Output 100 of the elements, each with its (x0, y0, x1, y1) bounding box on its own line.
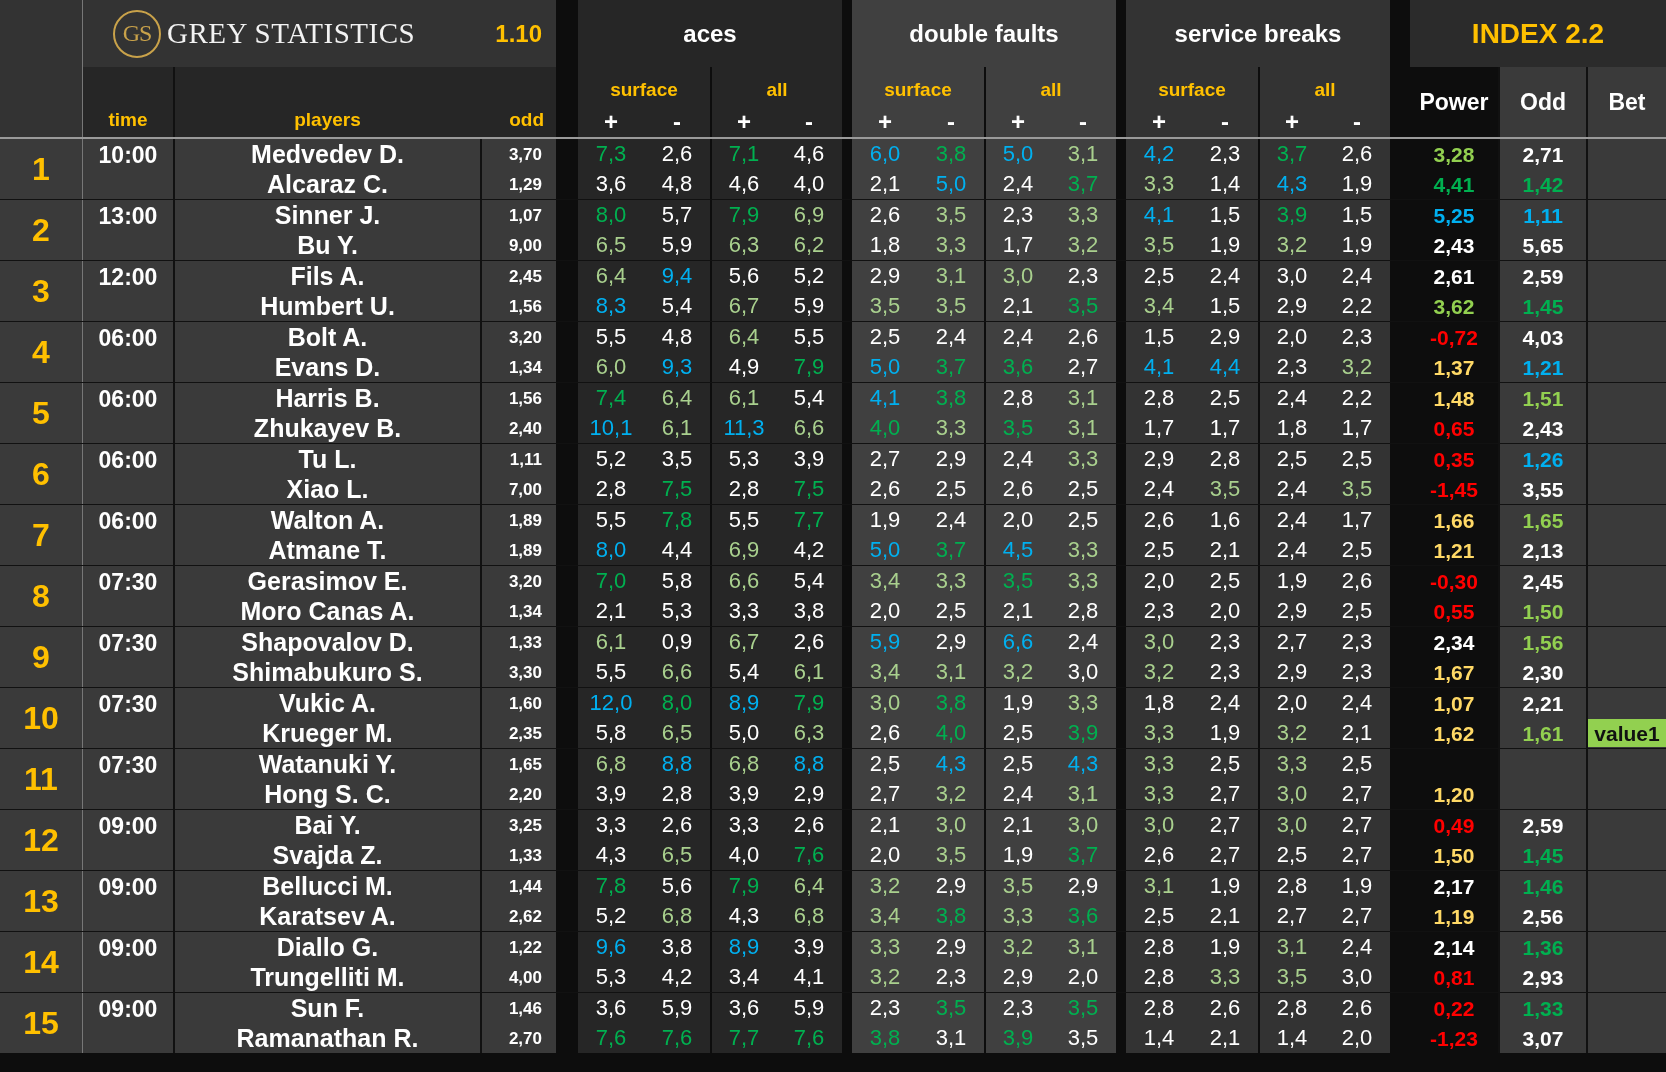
stat-value: 5,9 (869, 629, 901, 654)
stat-value: 6,8 (793, 903, 825, 928)
stat-value: 3,4 (869, 568, 901, 593)
bet-tag: value1 (1588, 719, 1666, 747)
stat-value: 2,1 (1002, 812, 1034, 837)
stat-value: 6,8 (661, 903, 693, 928)
stat-value: 5,2 (595, 903, 627, 928)
stat-value: 6,4 (793, 873, 825, 898)
stat-value: 6,3 (728, 232, 760, 257)
stat-value: 2,1 (869, 171, 901, 196)
stat-value: 4,0 (869, 415, 901, 440)
stat-value: 3,5 (1209, 476, 1241, 501)
odd-value: 2,35 (480, 718, 556, 748)
stat-value: 2,3 (1002, 995, 1034, 1020)
stat-value: 1,9 (1209, 720, 1241, 745)
stat-value: 4,1 (1143, 202, 1175, 227)
index-odd-value: 1,45 (1522, 844, 1564, 867)
stat-value: 5,0 (1002, 141, 1034, 166)
odd-value: 3,70 (480, 139, 556, 169)
player-name: Bu Y. (173, 230, 480, 260)
player-name: Bellucci M. (173, 871, 480, 901)
match-number: 1 (0, 139, 82, 199)
stat-value: 3,3 (1067, 202, 1099, 227)
power-value: 0,35 (1433, 448, 1475, 471)
stat-value: 7,6 (661, 1025, 693, 1050)
stat-value: 5,5 (595, 659, 627, 684)
stat-value: 12,0 (589, 690, 633, 715)
stat-value: 2,4 (1002, 446, 1034, 471)
stat-value: 2,5 (1143, 263, 1175, 288)
odd-value: 1,34 (480, 352, 556, 382)
column-header: odd (480, 67, 556, 137)
stat-value: 3,5 (935, 202, 967, 227)
odd-value: 3,25 (480, 810, 556, 840)
stat-value: 2,5 (1209, 385, 1241, 410)
player-name: Bolt A. (173, 322, 480, 352)
stat-value: 1,9 (1209, 934, 1241, 959)
power-value: -0,30 (1430, 570, 1478, 593)
stat-value: 1,9 (1002, 842, 1034, 867)
stat-value: 2,7 (1341, 842, 1373, 867)
index-header: INDEX 2.2 (1410, 0, 1666, 67)
stat-value: 1,8 (1143, 690, 1175, 715)
power-value: 5,25 (1433, 204, 1475, 227)
stat-value: 3,8 (935, 903, 967, 928)
match-time: 12:00 (82, 261, 173, 321)
stat-value: 7,9 (793, 354, 825, 379)
player-name: Diallo G. (173, 932, 480, 962)
player-name: Hong S. C. (173, 779, 480, 809)
stat-value: 2,9 (935, 873, 967, 898)
stat-value: 2,8 (1276, 873, 1308, 898)
stat-value: 2,8 (1143, 995, 1175, 1020)
stat-value: 1,4 (1143, 1025, 1175, 1050)
stat-value: 3,8 (935, 385, 967, 410)
stat-value: 2,8 (595, 476, 627, 501)
stat-value: 3,5 (1067, 293, 1099, 318)
stat-value: 1,9 (1341, 873, 1373, 898)
stat-value: 2,4 (1341, 690, 1373, 715)
stat-value: 5,0 (869, 537, 901, 562)
stat-value: 2,2 (1341, 385, 1373, 410)
stat-value: 5,7 (661, 202, 693, 227)
match-number: 4 (0, 322, 82, 382)
stat-value: 6,9 (793, 202, 825, 227)
sign-header: - (1050, 107, 1116, 137)
stat-value: 4,6 (793, 141, 825, 166)
stat-value: 2,7 (1341, 812, 1373, 837)
stat-value: 2,7 (1209, 842, 1241, 867)
stat-value: 3,9 (595, 781, 627, 806)
stat-value: 2,6 (869, 476, 901, 501)
sign-header: - (776, 107, 842, 137)
stat-value: 3,3 (1067, 568, 1099, 593)
match-number: 3 (0, 261, 82, 321)
stat-value: 2,8 (728, 476, 760, 501)
stat-value: 2,1 (595, 598, 627, 623)
stat-value: 2,6 (1143, 842, 1175, 867)
odd-value: 1,56 (480, 291, 556, 321)
match-number: 14 (0, 932, 82, 992)
match-time: 07:30 (82, 688, 173, 748)
match-time: 06:00 (82, 322, 173, 382)
stat-value: 8,9 (728, 934, 760, 959)
stat-value: 2,9 (1143, 446, 1175, 471)
stat-value: 4,0 (728, 842, 760, 867)
power-value: -1,45 (1430, 478, 1478, 501)
stat-value: 7,9 (728, 202, 760, 227)
odd-value: 9,00 (480, 230, 556, 260)
stat-value: 5,8 (595, 720, 627, 745)
stat-value: 2,6 (661, 141, 693, 166)
stat-value: 2,6 (1067, 324, 1099, 349)
subgroup-header: all (1258, 67, 1390, 107)
stat-value: 1,7 (1209, 415, 1241, 440)
stat-value: 3,0 (1276, 812, 1308, 837)
stat-value: 3,3 (1067, 537, 1099, 562)
stat-value: 2,4 (1209, 690, 1241, 715)
stat-value: 2,6 (1002, 476, 1034, 501)
power-value: 2,17 (1433, 875, 1475, 898)
stat-value: 3,4 (1143, 293, 1175, 318)
stat-value: 1,7 (1341, 507, 1373, 532)
stat-value: 3,6 (728, 995, 760, 1020)
stat-value: 2,0 (1341, 1025, 1373, 1050)
stat-value: 8,0 (595, 537, 627, 562)
stat-value: 2,6 (1341, 995, 1373, 1020)
stat-value: 6,8 (595, 751, 627, 776)
